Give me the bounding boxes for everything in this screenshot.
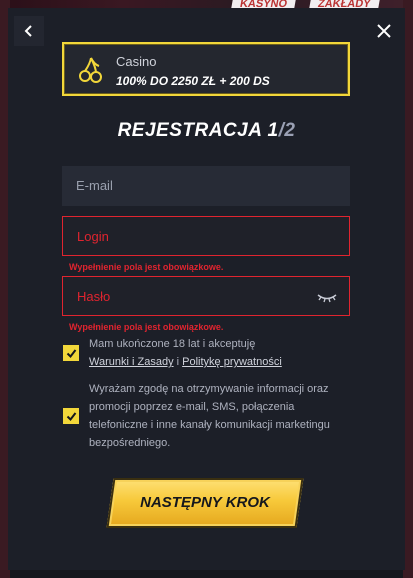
eye-closed-icon[interactable] xyxy=(317,290,337,304)
next-step-button[interactable]: NASTĘPNY KROK xyxy=(106,478,304,528)
terms-consent-text: Mam ukończone 18 lat i akceptuję Warunki… xyxy=(89,335,351,371)
bonus-category: Casino xyxy=(116,54,157,69)
email-placeholder: E-mail xyxy=(76,178,113,193)
password-field[interactable]: Hasło xyxy=(62,276,350,316)
checkmark-icon xyxy=(66,348,76,358)
login-error: Wypełnienie pola jest obowiązkowe. xyxy=(69,262,224,272)
marketing-checkbox[interactable] xyxy=(63,408,79,424)
privacy-policy-link[interactable]: Politykę prywatności xyxy=(182,356,282,368)
page-title: REJESTRACJA 1/2 xyxy=(8,120,405,142)
login-placeholder: Login xyxy=(77,229,109,244)
terms-checkbox[interactable] xyxy=(63,345,79,361)
terms-link[interactable]: Warunki i Zasady xyxy=(89,356,174,368)
password-placeholder: Hasło xyxy=(77,289,111,304)
bonus-banner[interactable]: Casino 100% DO 2250 ZŁ + 200 DS xyxy=(62,42,350,96)
close-icon xyxy=(377,24,391,38)
title-step: REJESTRACJA 1 xyxy=(117,120,279,141)
email-field[interactable]: E-mail xyxy=(62,166,350,206)
back-button[interactable] xyxy=(14,16,44,46)
registration-modal: Casino 100% DO 2250 ZŁ + 200 DS REJESTRA… xyxy=(8,8,405,570)
bonus-offer: 100% DO 2250 ZŁ + 200 DS xyxy=(116,74,270,88)
terms-text: Mam ukończone 18 lat i akceptuję xyxy=(89,338,256,350)
close-button[interactable] xyxy=(369,16,399,46)
title-total-steps: 2 xyxy=(284,120,296,141)
login-field[interactable]: Login xyxy=(62,216,350,256)
next-step-label: NASTĘPNY KROK xyxy=(140,494,270,511)
terms-separator: i xyxy=(173,356,183,368)
password-error: Wypełnienie pola jest obowiązkowe. xyxy=(69,322,224,332)
checkmark-icon xyxy=(66,411,76,421)
chevron-left-icon xyxy=(24,25,32,37)
cherries-icon xyxy=(79,57,102,83)
marketing-consent-text: Wyrażam zgodę na otrzymywanie informacji… xyxy=(89,383,330,449)
